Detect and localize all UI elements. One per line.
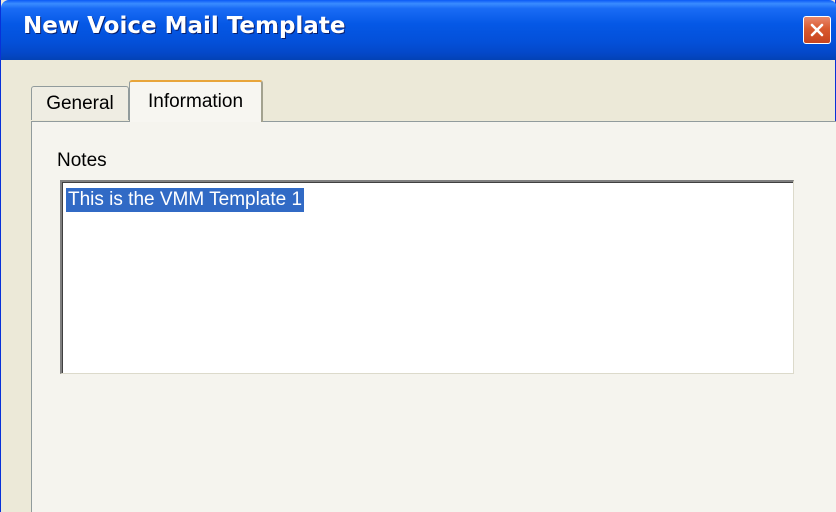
tab-general-label: General bbox=[46, 92, 114, 114]
tab-information[interactable]: Information bbox=[129, 80, 263, 122]
close-x-icon bbox=[810, 23, 824, 37]
notes-textarea[interactable]: This is the VMM Template 1 bbox=[60, 180, 794, 374]
title-bar[interactable]: New Voice Mail Template bbox=[1, 0, 836, 60]
tab-general[interactable]: General bbox=[31, 86, 129, 120]
notes-label: Notes bbox=[57, 150, 107, 171]
notes-text: This is the VMM Template 1 bbox=[66, 188, 305, 212]
window-title: New Voice Mail Template bbox=[23, 13, 346, 39]
tab-information-label: Information bbox=[147, 91, 244, 112]
dialog-window: New Voice Mail Template General Informat… bbox=[0, 0, 836, 512]
close-button[interactable] bbox=[803, 16, 831, 44]
